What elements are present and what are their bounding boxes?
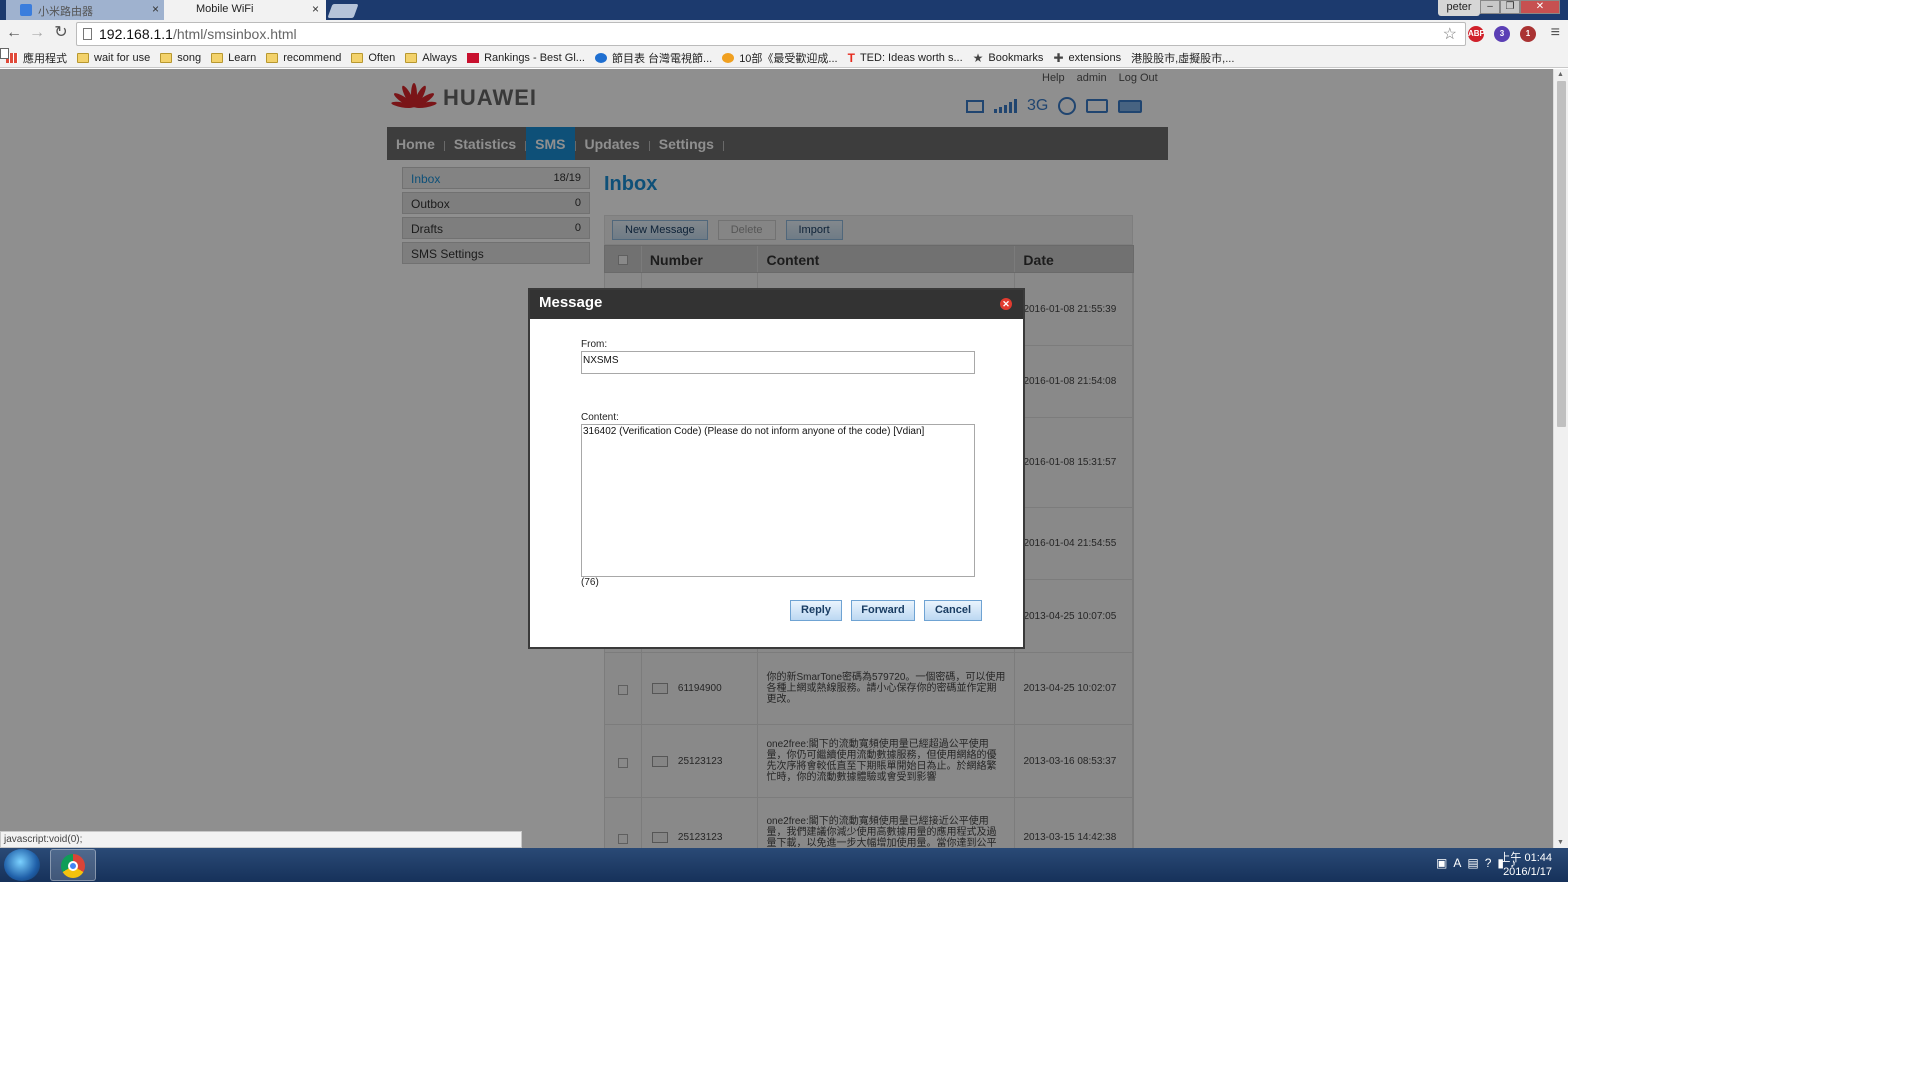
bookmark-link[interactable]: ✚ extensions (1053, 52, 1121, 64)
bookmark-folder[interactable]: song (160, 52, 201, 64)
bookmark-link[interactable]: 節目表 台灣電視節... (594, 50, 712, 66)
clock-time: 上午 01:44 (1499, 852, 1552, 864)
scrollbar-thumb[interactable] (1557, 81, 1566, 427)
star-icon: ★ (972, 50, 984, 65)
start-button[interactable] (4, 849, 40, 881)
from-label: From: (581, 339, 608, 350)
browser-tabstrip: 小米路由器 × Mobile WiFi × peter – ❐ ✕ (0, 0, 1568, 20)
from-field[interactable]: NXSMS (581, 351, 975, 374)
bookmark-folder[interactable]: wait for use (77, 52, 150, 64)
bookmarks-bar: 應用程式 wait for use song Learn recommend O… (0, 48, 1568, 68)
keyboard-icon[interactable]: ▤ (1467, 856, 1478, 870)
puzzle-icon: ✚ (1053, 50, 1064, 65)
tab-label: Mobile WiFi (196, 3, 254, 15)
window-close-icon[interactable]: ✕ (1520, 0, 1560, 14)
windows-taskbar: ▣ A ▤ ? ▮ ♪ 上午 01:44 2016/1/17 (0, 848, 1568, 882)
scroll-down-icon[interactable]: ▼ (1557, 839, 1564, 846)
close-icon[interactable]: ✕ (1000, 298, 1012, 310)
folder-icon (77, 52, 89, 63)
reply-button[interactable]: Reply (790, 600, 842, 621)
character-count: (76) (581, 577, 599, 588)
dialog-header: Message ✕ (530, 290, 1023, 319)
bookmark-link[interactable]: ★ Bookmarks (973, 52, 1044, 64)
folder-icon (405, 52, 418, 63)
page-icon (0, 48, 9, 59)
bookmark-folder[interactable]: Always (405, 52, 457, 64)
address-bar[interactable]: 192.168.1.1/html/smsinbox.html ☆ (76, 22, 1466, 46)
wifi-icon (20, 4, 32, 16)
adblock-icon[interactable]: ABP (1468, 26, 1485, 42)
bookmark-link[interactable]: 10部《最受歡迎成... (722, 50, 838, 66)
chrome-icon (61, 854, 85, 878)
page-scrollbar[interactable]: ▲ ▼ (1553, 69, 1568, 848)
chrome-taskbar-button[interactable] (50, 849, 96, 881)
new-tab-button[interactable] (327, 4, 359, 18)
folder-icon (160, 52, 173, 63)
font-icon[interactable]: A (1453, 856, 1461, 870)
browser-toolbar: ← → ↻ 192.168.1.1/html/smsinbox.html ☆ A… (0, 20, 1568, 48)
url-path: /html/smsinbox.html (172, 26, 297, 42)
extension-badge-icon[interactable]: 3 (1494, 26, 1510, 42)
forward-icon[interactable]: → (28, 24, 46, 42)
close-tab-icon[interactable]: × (312, 2, 319, 16)
bookmark-apps[interactable]: 應用程式 (6, 50, 67, 66)
bookmark-folder[interactable]: recommend (266, 52, 341, 64)
cancel-button[interactable]: Cancel (924, 600, 982, 621)
clock[interactable]: 上午 01:44 2016/1/17 (1499, 851, 1552, 879)
profile-button[interactable]: peter (1438, 0, 1480, 16)
window-controls: – ❐ ✕ (1480, 0, 1560, 14)
reload-icon[interactable]: ↻ (52, 24, 70, 42)
help-icon[interactable]: ? (1485, 856, 1492, 870)
bookmark-link[interactable]: Rankings - Best Gl... (467, 52, 585, 64)
bookmark-star-icon[interactable]: ☆ (1443, 24, 1457, 44)
globe-icon (594, 52, 607, 63)
forward-button[interactable]: Forward (851, 600, 915, 621)
bookmark-folder[interactable]: Learn (211, 52, 256, 64)
bookmark-link[interactable]: 港股股市,虛擬股市,... (0, 48, 1234, 66)
tab-mobile-wifi[interactable]: Mobile WiFi × (164, 0, 326, 20)
folder-icon (351, 52, 364, 63)
url-host: 192.168.1.1 (99, 26, 173, 42)
extension-shield-icon[interactable]: 1 (1520, 26, 1536, 42)
close-tab-icon[interactable]: × (152, 2, 159, 16)
tab-xiaomi-router[interactable]: 小米路由器 × (6, 0, 166, 20)
scroll-up-icon[interactable]: ▲ (1557, 71, 1564, 78)
tab-label: 小米路由器 (38, 6, 93, 18)
dialog-title: Message (539, 294, 603, 311)
ted-icon: T (847, 50, 855, 65)
browser-status-bar: javascript:void(0); (0, 831, 522, 848)
ime-icon[interactable]: ▣ (1436, 856, 1447, 870)
ranking-icon (467, 52, 480, 63)
content-label: Content: (581, 412, 619, 423)
chrome-menu-icon[interactable]: ≡ (1551, 24, 1560, 42)
restore-icon[interactable]: ❐ (1500, 0, 1520, 14)
bookmark-link[interactable]: T TED: Ideas worth s... (848, 52, 963, 64)
orange-icon (722, 52, 735, 63)
back-icon[interactable]: ← (5, 24, 23, 42)
page-icon (83, 28, 92, 40)
bookmark-folder[interactable]: Often (351, 52, 395, 64)
clock-date: 2016/1/17 (1503, 866, 1552, 878)
folder-icon (266, 52, 279, 63)
minimize-icon[interactable]: – (1480, 0, 1500, 14)
message-dialog: Message ✕ From: NXSMS Content: 316402 (V… (528, 288, 1025, 649)
content-textarea[interactable]: 316402 (Verification Code) (Please do no… (581, 424, 975, 577)
folder-icon (211, 52, 224, 63)
